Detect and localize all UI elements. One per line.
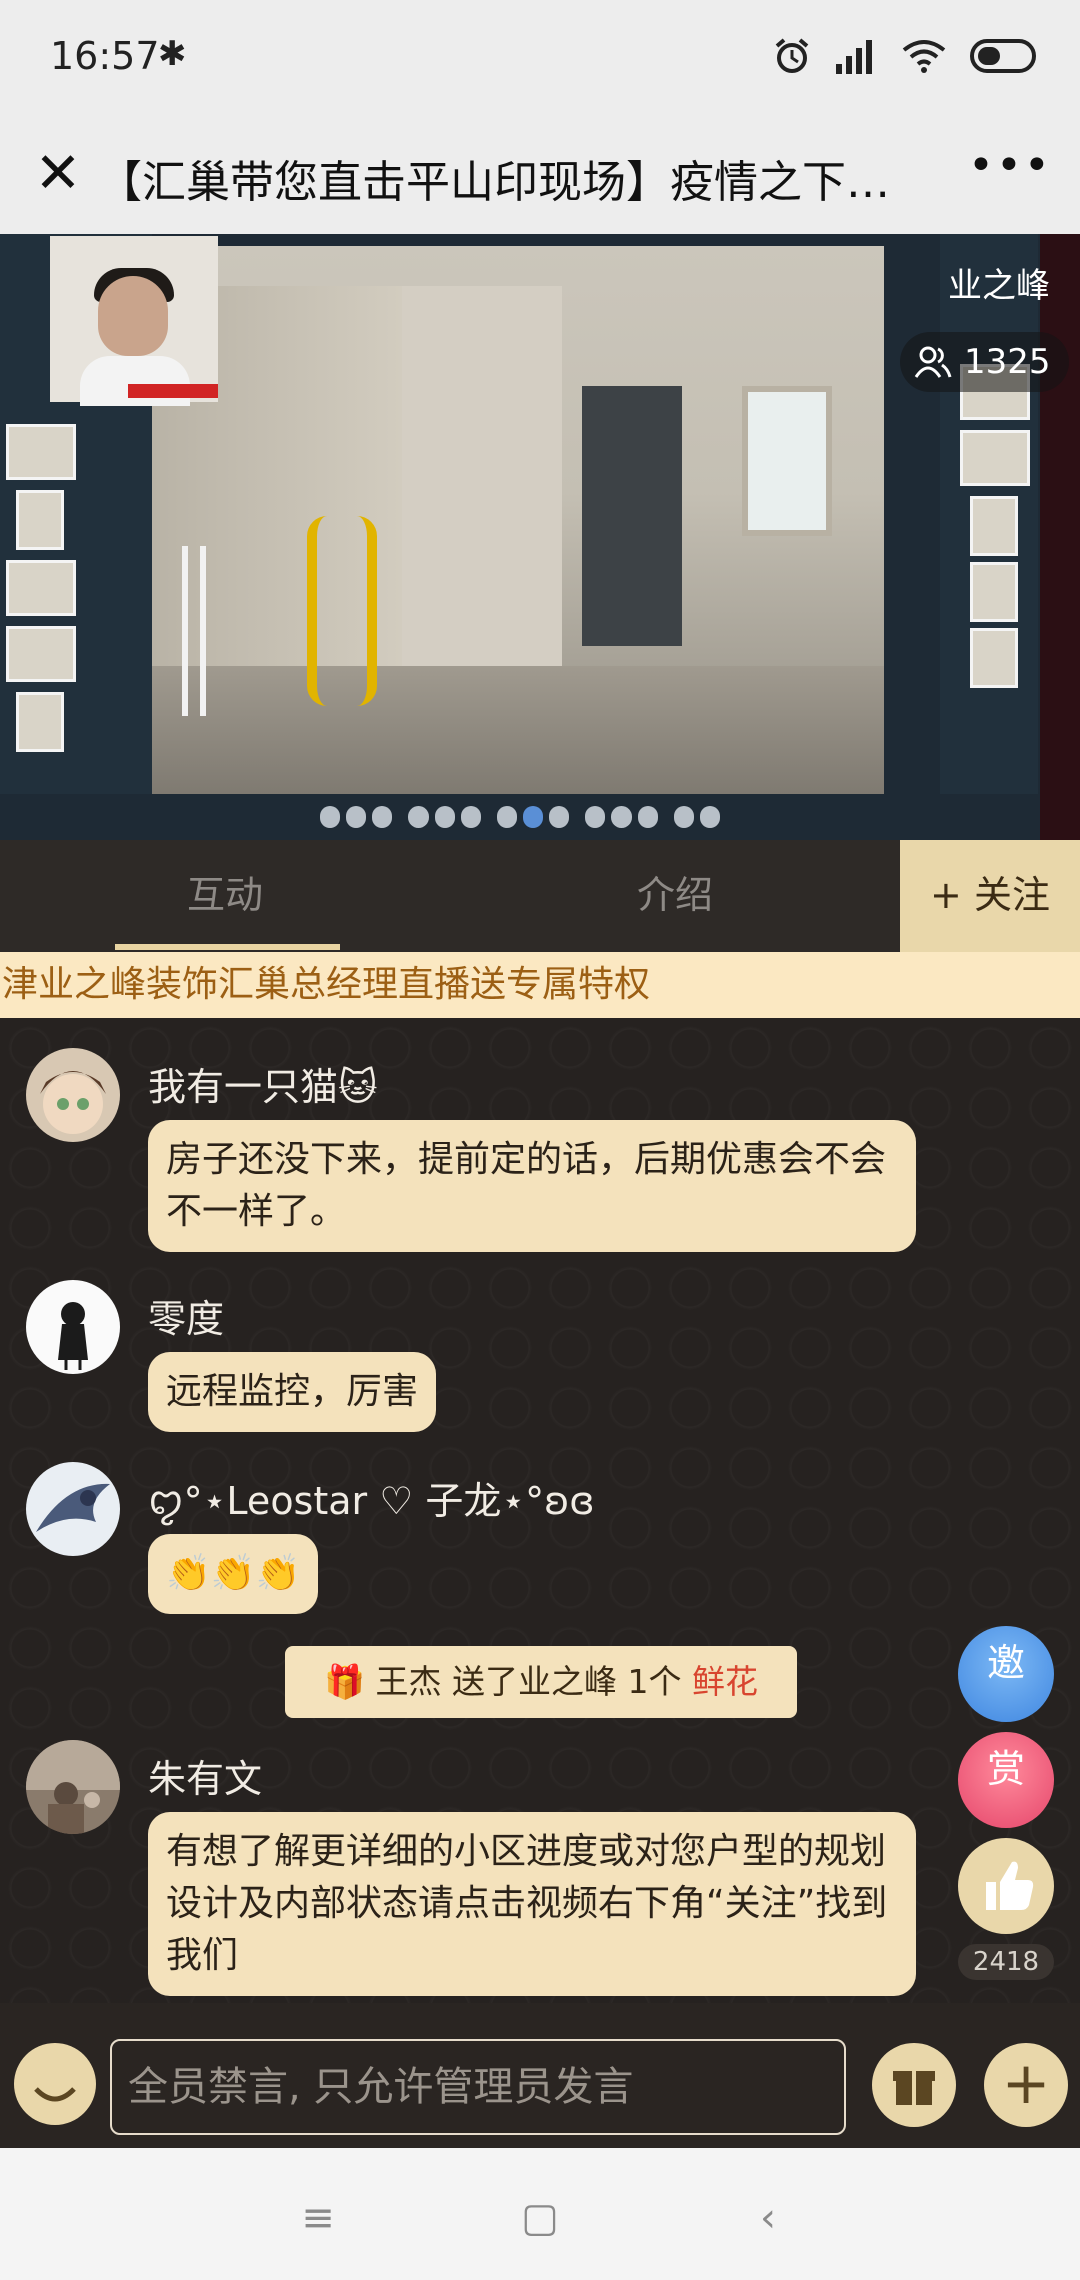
thumbnail	[16, 692, 64, 752]
username: ꨄ°⋆Leostar ♡ 子龙⋆°ʚɞ	[148, 1479, 595, 1523]
plus-button[interactable]: +	[984, 2043, 1068, 2127]
reward-button[interactable]: 赏	[958, 1732, 1054, 1828]
input-bar: 全员禁言, 只允许管理员发言 +	[0, 2003, 1080, 2148]
invite-button[interactable]: 邀	[958, 1626, 1054, 1722]
thumbnail	[6, 424, 76, 480]
viewer-count-badge: 1325	[900, 332, 1069, 392]
invite-label: 邀	[986, 1641, 1025, 1685]
home-icon[interactable]: ▢	[510, 2188, 570, 2248]
gift-notification: 🎁 王杰 送了业之峰 1个 鲜花	[285, 1646, 797, 1718]
signal-icon	[836, 40, 872, 74]
emoji-button[interactable]	[14, 2043, 96, 2125]
desktop-taskbar	[1040, 234, 1080, 840]
avatar[interactable]	[26, 1280, 120, 1374]
status-icons	[772, 36, 1040, 76]
tab-bar: 互动 介绍 + 关注	[0, 840, 1080, 952]
tab-interaction[interactable]: 互动	[60, 840, 390, 952]
people-icon	[914, 346, 952, 378]
clock: 16:57	[50, 34, 160, 78]
avatar[interactable]	[26, 1740, 120, 1834]
reward-label: 赏	[986, 1747, 1025, 1791]
back-icon[interactable]: ‹	[738, 2188, 798, 2248]
username: 我有一只猫🐱	[148, 1065, 378, 1109]
thumbnail	[6, 560, 76, 616]
username: 零度	[148, 1297, 225, 1341]
thumbnail-strip-right	[940, 234, 1038, 794]
chat-input[interactable]: 全员禁言, 只允许管理员发言	[110, 2039, 846, 2135]
active-tab-indicator	[115, 944, 340, 950]
battery-icon	[970, 39, 1036, 73]
close-icon[interactable]: ✕	[28, 144, 88, 204]
message-bubble: 有想了解更详细的小区进度或对您户型的规划设计及内部状态请点击视频右下角“关注”找…	[148, 1812, 916, 1996]
chat-list[interactable]: 我有一只猫🐱 房子还没下来，提前定的话，后期优惠会不会不一样了。 零度 远程监控…	[0, 1018, 1080, 2003]
room-photo	[152, 246, 884, 794]
white-pipes	[182, 546, 206, 716]
yellow-pipes	[307, 516, 377, 706]
status-bar: 16:57 ✱	[0, 0, 1080, 118]
avatar[interactable]	[26, 1462, 120, 1556]
avatar[interactable]	[26, 1048, 120, 1142]
gift-sender: 王杰	[375, 1662, 442, 1701]
host-name: 业之峰	[948, 266, 1050, 306]
host-camera	[50, 236, 218, 406]
like-count: 2418	[958, 1944, 1054, 1980]
viewer-count: 1325	[964, 342, 1051, 382]
message-bubble: 房子还没下来，提前定的话，后期优惠会不会不一样了。	[148, 1120, 916, 1252]
gift-button[interactable]	[872, 2043, 956, 2127]
live-video-player[interactable]: 业之峰 1325	[0, 234, 1080, 840]
floor	[152, 666, 884, 794]
promo-banner: 津业之峰装饰汇巢总经理直播送专属特权	[0, 952, 1080, 1018]
like-button[interactable]	[958, 1838, 1054, 1934]
more-options-icon[interactable]: •••	[968, 140, 1050, 200]
thumbnail	[970, 562, 1018, 622]
message-bubble: 远程监控，厉害	[148, 1352, 437, 1432]
viewer-controls	[320, 806, 720, 832]
host-face	[98, 276, 168, 356]
title-bar: ✕ 【汇巢带您直击平山印现场】疫情之下指... •••	[0, 118, 1080, 234]
thumbnail	[960, 430, 1030, 486]
page-title: 【汇巢带您直击平山印现场】疫情之下指...	[98, 157, 928, 208]
host-body	[80, 356, 190, 406]
gift-box-icon: 🎁	[323, 1662, 366, 1701]
window	[742, 386, 832, 536]
message-bubble: 👏👏👏	[148, 1534, 319, 1614]
thumbnail	[970, 496, 1018, 556]
gift-action: 送了业之峰 1个	[452, 1662, 682, 1701]
gift-icon	[893, 2071, 935, 2105]
menu-icon[interactable]: ≡	[288, 2188, 348, 2248]
host-name-tag	[128, 384, 218, 398]
system-nav-bar: ≡ ▢ ‹	[0, 2148, 1080, 2280]
tab-introduction[interactable]: 介绍	[510, 840, 840, 952]
bluetooth-icon: ✱	[158, 34, 187, 74]
doorway	[582, 386, 682, 646]
alarm-icon	[775, 38, 809, 73]
thumbnail	[6, 626, 76, 682]
thumbs-up-icon	[986, 1861, 1034, 1910]
thumbnail	[970, 628, 1018, 688]
wifi-icon	[902, 40, 946, 73]
follow-button[interactable]: + 关注	[900, 840, 1080, 952]
thumbnail	[16, 490, 64, 550]
gift-name: 鲜花	[692, 1662, 759, 1701]
username: 朱有文	[148, 1757, 263, 1801]
smiley-icon	[34, 2087, 76, 2102]
